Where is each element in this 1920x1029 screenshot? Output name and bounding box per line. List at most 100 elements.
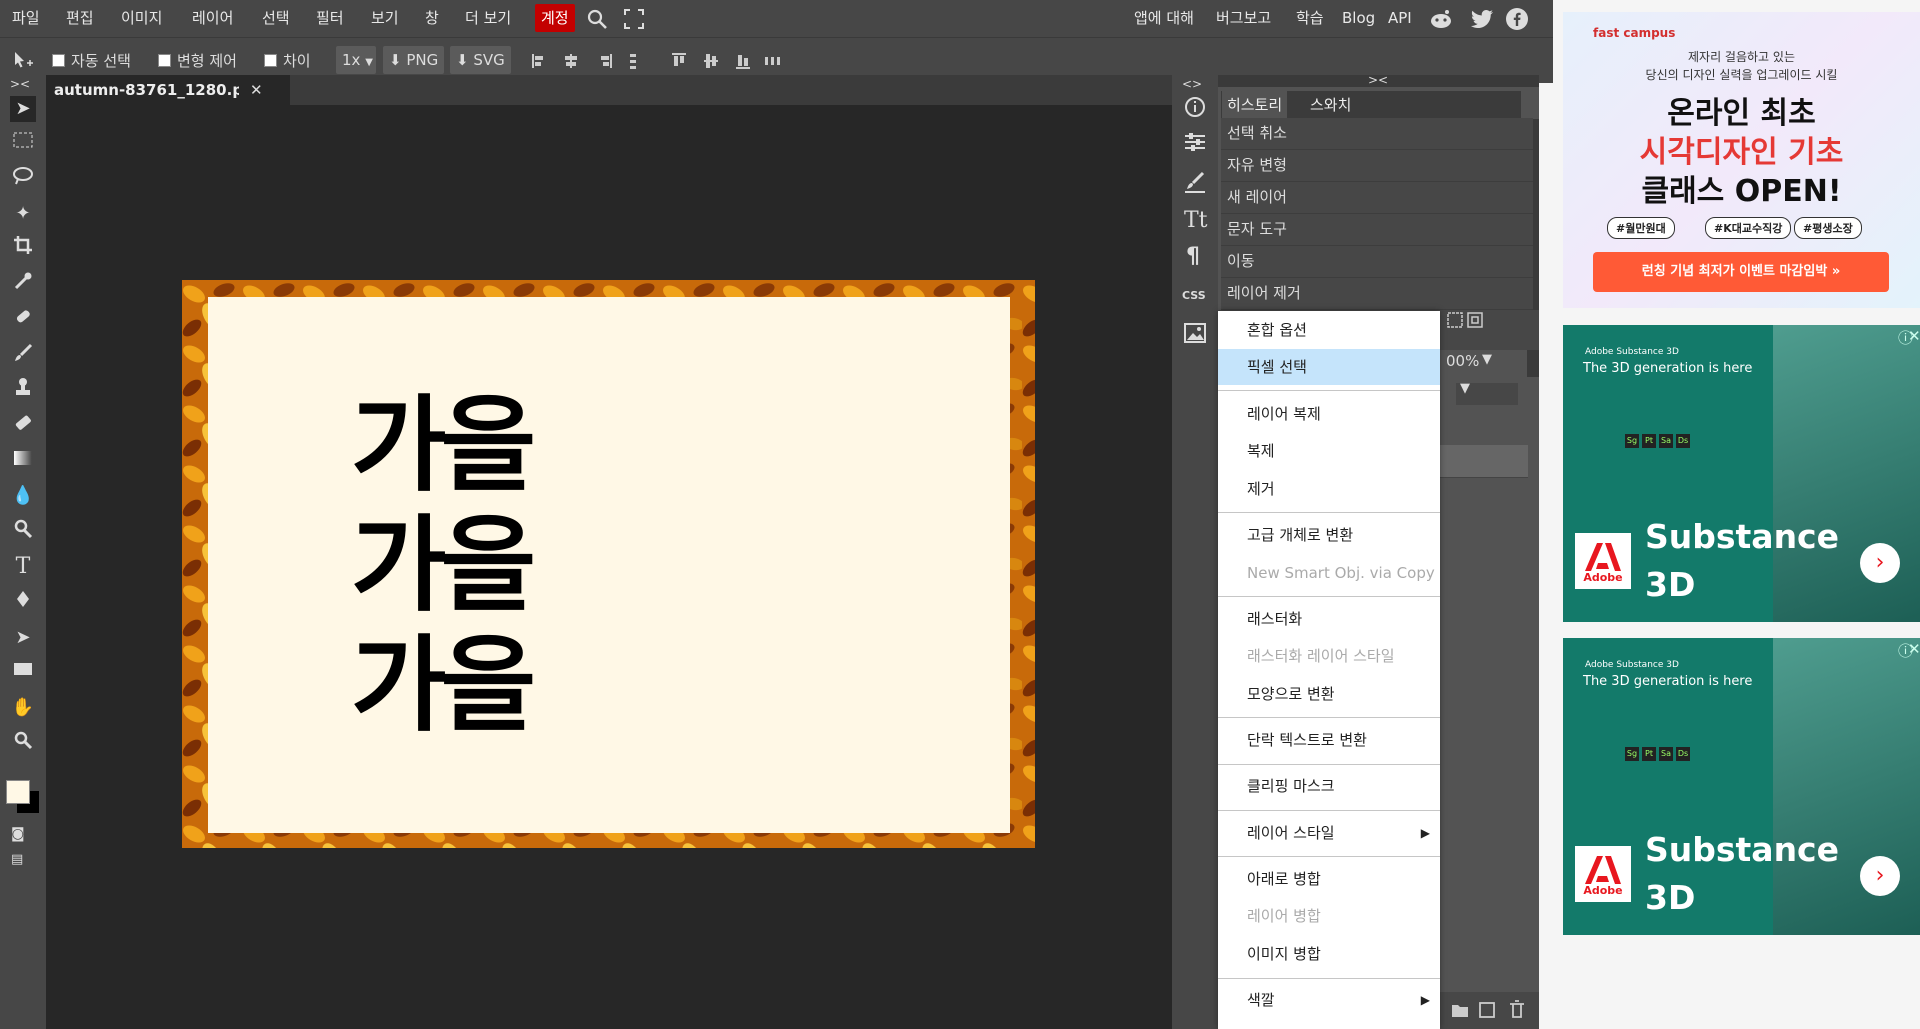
context-item-convert-to-shape[interactable]: 모양으로 변환	[1218, 676, 1440, 712]
about-link[interactable]: 앱에 대해	[1134, 0, 1194, 37]
lasso-tool-icon[interactable]	[10, 166, 36, 192]
app-badge: Ds	[1676, 747, 1690, 761]
menu-view[interactable]: 보기	[371, 0, 399, 37]
fastcampus-brand: fast campus	[1593, 26, 1676, 40]
menu-bar: 파일 편집 이미지 레이어 선택 필터 보기 창 더 보기 계정 앱에 대해 버…	[0, 0, 1553, 37]
learn-link[interactable]: 학습	[1296, 0, 1324, 37]
adobe-ad[interactable]: ⓘ ✕ Adobe Substance 3D The 3D generation…	[1563, 325, 1920, 622]
context-item-delete[interactable]: 제거	[1218, 471, 1440, 507]
adjustments-icon[interactable]	[1183, 130, 1207, 154]
context-item-convert-paragraph-text[interactable]: 단락 텍스트로 변환	[1218, 722, 1440, 758]
magic-wand-tool-icon[interactable]: ✦	[10, 201, 36, 227]
context-item-rasterize[interactable]: 래스터화	[1218, 601, 1440, 637]
menu-window[interactable]: 창	[425, 0, 439, 37]
chevron-right-icon[interactable]: ›	[1860, 543, 1900, 583]
ad-small-text: Adobe Substance 3D	[1585, 347, 1679, 357]
brush-tool-icon[interactable]	[10, 343, 36, 369]
menu-layer[interactable]: 레이어	[192, 0, 233, 37]
context-item-clipping-mask[interactable]: 클리핑 마스크	[1218, 768, 1440, 804]
menu-filter[interactable]: 필터	[316, 0, 344, 37]
ad-close-icon[interactable]: ✕	[1908, 640, 1920, 658]
fullscreen-icon[interactable]	[623, 8, 645, 30]
chevron-right-icon[interactable]: ›	[1860, 856, 1900, 896]
reddit-icon[interactable]	[1429, 8, 1453, 30]
bug-report-link[interactable]: 버그보고	[1216, 0, 1271, 37]
close-icon[interactable]: ✕	[250, 75, 263, 105]
chevron-down-icon[interactable]: ▼	[1482, 352, 1492, 367]
export-png-button[interactable]: ⬇ PNG	[383, 46, 445, 74]
layer-lock-icons[interactable]	[1446, 311, 1486, 329]
facebook-icon[interactable]	[1506, 8, 1528, 30]
menu-edit[interactable]: 편집	[66, 0, 94, 37]
move-tool-icon[interactable]: ➤	[10, 96, 36, 122]
search-icon[interactable]	[586, 8, 608, 30]
history-item[interactable]: 이동	[1221, 246, 1533, 278]
brush-settings-icon[interactable]	[1183, 170, 1207, 194]
align-buttons[interactable]	[530, 52, 640, 70]
paragraph-icon[interactable]: ¶	[1186, 244, 1200, 269]
css-icon[interactable]: CSS	[1182, 289, 1206, 302]
layers-footer-icons[interactable]	[1450, 999, 1542, 1019]
context-item-duplicate[interactable]: 복제	[1218, 433, 1440, 469]
crop-tool-icon[interactable]	[10, 235, 36, 261]
context-item-color[interactable]: 색깔 ▶	[1218, 982, 1440, 1018]
context-item-blending-options[interactable]: 혼합 옵션	[1218, 312, 1440, 348]
screen-mode-icon[interactable]: ▤	[11, 852, 23, 867]
auto-select-checkbox[interactable]: 자동 선택	[52, 49, 131, 73]
history-item[interactable]: 레이어 제거	[1221, 278, 1533, 310]
layer-opacity-partial[interactable]: 00%	[1446, 352, 1479, 370]
tab-swatches[interactable]: 스와치	[1304, 91, 1358, 119]
quick-mask-icon[interactable]: ◙	[11, 826, 25, 842]
ad-headline: 클래스 OPEN!	[1641, 174, 1842, 209]
submenu-arrow-icon: ▶	[1420, 993, 1430, 1007]
character-icon[interactable]: Tt	[1184, 208, 1208, 233]
api-link[interactable]: API	[1388, 0, 1412, 37]
context-item-merge-down[interactable]: 아래로 병합	[1218, 861, 1440, 897]
app-badge: Sg	[1625, 747, 1639, 761]
artboard[interactable]: 가을 가을 가을	[182, 280, 1035, 848]
context-item-duplicate-layer[interactable]: 레이어 복제	[1218, 396, 1440, 432]
collapse-side-panel-icon[interactable]: <>	[1182, 77, 1202, 91]
blog-link[interactable]: Blog	[1342, 0, 1375, 37]
context-item-layer-style[interactable]: 레이어 스타일 ▶	[1218, 815, 1440, 851]
app-badge: Pt	[1642, 747, 1656, 761]
menu-account[interactable]: 계정	[535, 4, 575, 32]
info-icon[interactable]	[1183, 95, 1207, 119]
menu-image[interactable]: 이미지	[121, 0, 162, 37]
ad-photo	[1773, 325, 1920, 622]
eyedropper-tool-icon[interactable]	[10, 271, 36, 297]
export-svg-button[interactable]: ⬇ SVG	[450, 46, 511, 74]
zoom-select[interactable]: 1x ▼	[336, 46, 376, 74]
context-item-convert-smart-object[interactable]: 고급 개체로 변환	[1218, 517, 1440, 553]
healing-brush-tool-icon[interactable]	[10, 306, 36, 332]
chevron-down-icon[interactable]: ▼	[1460, 381, 1470, 396]
document-tab[interactable]: autumn-83761_1280.psd ✕	[46, 75, 290, 105]
history-item[interactable]: 자유 변형	[1221, 150, 1533, 182]
collapse-panel-icon[interactable]: ><	[1368, 73, 1388, 87]
context-item-select-pixels[interactable]: 픽셀 선택	[1218, 349, 1440, 385]
menu-more[interactable]: 더 보기	[465, 0, 511, 37]
distances-checkbox[interactable]: 차이	[264, 49, 311, 73]
chevron-down-icon: ▼	[365, 57, 373, 68]
artboard-text-group: 가을 가을 가을	[182, 385, 1035, 745]
history-item[interactable]: 문자 도구	[1221, 214, 1533, 246]
history-item[interactable]: 새 레이어	[1221, 182, 1533, 214]
ad-close-icon[interactable]: ✕	[1908, 327, 1920, 345]
transform-controls-checkbox[interactable]: 변형 제어	[158, 49, 237, 73]
twitter-icon[interactable]	[1470, 9, 1494, 29]
menu-file[interactable]: 파일	[12, 0, 40, 37]
tab-history[interactable]: 히스토리	[1222, 91, 1288, 119]
distribute-buttons[interactable]	[670, 52, 780, 70]
image-icon[interactable]	[1183, 322, 1207, 344]
menu-select[interactable]: 선택	[262, 0, 290, 37]
fastcampus-ad[interactable]: fast campus 제자리 걸음하고 있는 당신의 디자인 실력을 업그레이…	[1563, 12, 1920, 308]
collapse-toolbar-icon[interactable]: ><	[10, 77, 30, 91]
ad-tag: #월만원대	[1607, 217, 1675, 239]
history-item[interactable]: 선택 취소	[1221, 118, 1533, 150]
context-item-flatten-image[interactable]: 이미지 병합	[1218, 936, 1440, 972]
adobe-ad-2[interactable]: ⓘ ✕ Adobe Substance 3D The 3D generation…	[1563, 638, 1920, 935]
marquee-tool-icon[interactable]	[10, 130, 36, 156]
ad-tagline: The 3D generation is here	[1583, 674, 1753, 689]
menu-divider	[1218, 390, 1440, 391]
ad-cta-button[interactable]: 런칭 기념 최저가 이벤트 마감임박 »	[1593, 252, 1889, 292]
